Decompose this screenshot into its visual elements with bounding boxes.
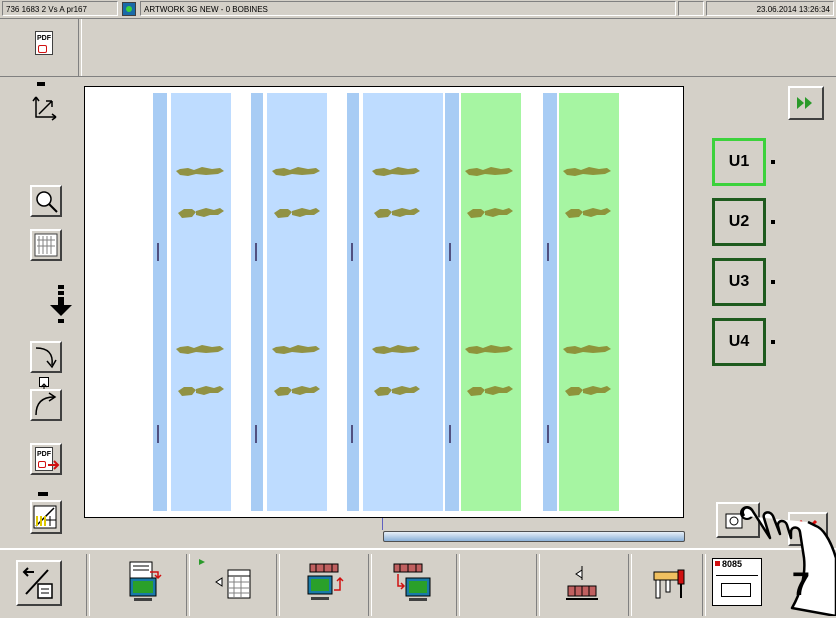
- scroll-position-marker: [382, 518, 383, 530]
- job-title: ARTWORK 3G NEW - 0 BOBINES: [140, 1, 676, 16]
- register-mark-3-2: [351, 425, 353, 443]
- toolbar-separator: [78, 19, 82, 76]
- level-marker: [37, 82, 45, 86]
- send-to-press-button[interactable]: [120, 556, 170, 606]
- table-sheet-icon: [215, 569, 251, 599]
- play-forward-button[interactable]: [788, 86, 824, 120]
- register-mark-5-1: [547, 243, 549, 261]
- top-toolbar: PDF: [0, 19, 836, 77]
- datetime: 23.06.2014 13:26:34: [706, 1, 834, 16]
- pointing-hand-icon: [741, 506, 836, 616]
- move-down-button[interactable]: [44, 283, 78, 325]
- register-mark-5-2: [547, 425, 549, 443]
- report-table-button[interactable]: [210, 560, 260, 606]
- press-load-button[interactable]: [296, 558, 352, 608]
- register-mark-1-1: [157, 243, 159, 261]
- pattern-view-button[interactable]: [30, 229, 62, 261]
- pdf-export-button[interactable]: PDF: [30, 443, 62, 475]
- title-bar: 736 1683 2 Vs A pr167 ARTWORK 3G NEW - 0…: [0, 0, 836, 19]
- unit-indicator-u1: [771, 160, 775, 164]
- pdf-icon-label: PDF: [37, 35, 51, 42]
- left-toolbar: PDF: [0, 77, 80, 547]
- title-empty-cell: [678, 1, 704, 16]
- tools-icon: [653, 569, 685, 599]
- separator: [628, 554, 632, 616]
- artwork-canvas: [115, 93, 653, 511]
- lane-5: [559, 93, 619, 511]
- press-unload-button[interactable]: [384, 558, 440, 608]
- register-mark-2-2: [255, 425, 257, 443]
- unit-indicator-u4: [771, 340, 775, 344]
- step-number: 7: [792, 566, 810, 602]
- separator: [276, 554, 280, 616]
- lane-edge-5: [543, 93, 557, 511]
- rotate-down-button[interactable]: [30, 341, 62, 373]
- import-layout-button[interactable]: [16, 560, 62, 606]
- press-computer-icon: [307, 563, 344, 600]
- lane-1: [171, 93, 231, 511]
- corner-arrows-icon: [32, 96, 57, 121]
- step-up-icon: [39, 377, 49, 390]
- separator: [86, 554, 90, 616]
- lane-2: [267, 93, 327, 511]
- lane-edge-2: [251, 93, 263, 511]
- unit-indicator-u2: [771, 220, 775, 224]
- separator: [456, 554, 460, 616]
- bottom-toolbar: 8085: [0, 548, 836, 618]
- register-mark-4-1: [449, 243, 451, 261]
- curve-arrow-up-icon: [35, 392, 57, 416]
- lane-edge-3: [347, 93, 359, 511]
- print-marks-icon: [33, 505, 57, 529]
- mark-layout-button[interactable]: [30, 500, 62, 534]
- register-mark-1-2: [157, 425, 159, 443]
- register-press-button[interactable]: [556, 558, 606, 608]
- lane-3: [363, 93, 443, 511]
- unit-button-u1[interactable]: U1: [712, 138, 766, 186]
- fit-view-button[interactable]: [30, 91, 62, 123]
- rotate-up-button[interactable]: [30, 389, 62, 421]
- pdf-icon: PDF: [35, 31, 53, 55]
- unit-button-u4[interactable]: U4: [712, 318, 766, 366]
- job-id: 736 1683 2 Vs A pr167: [2, 1, 118, 16]
- fast-forward-icon: [797, 97, 812, 109]
- pdf-view-button[interactable]: PDF: [30, 29, 56, 57]
- curve-arrow-down-icon: [35, 347, 57, 369]
- unit-button-u2[interactable]: U2: [712, 198, 766, 246]
- small-play-icon: [199, 559, 205, 565]
- transfer-icon: [22, 567, 53, 599]
- artwork-viewer[interactable]: [84, 86, 684, 518]
- horizontal-scrollbar[interactable]: [383, 531, 685, 542]
- register-mark-3-1: [351, 243, 353, 261]
- press-computer-return-icon: [393, 563, 431, 601]
- computer-report-icon: [129, 561, 162, 601]
- register-mark-2-1: [255, 243, 257, 261]
- lane-4: [461, 93, 521, 511]
- arrow-down-icon: [50, 285, 72, 323]
- separator: [186, 554, 190, 616]
- separator: [368, 554, 372, 616]
- separator: [702, 554, 706, 616]
- level-marker-2: [38, 492, 48, 496]
- app-icon: [122, 2, 136, 16]
- unit-indicator-u3: [771, 280, 775, 284]
- lane-edge-1: [153, 93, 167, 511]
- tools-button[interactable]: [640, 558, 696, 608]
- register-mark-4-2: [449, 425, 451, 443]
- lane-edge-4: [445, 93, 459, 511]
- grid-pattern-icon: [34, 233, 58, 257]
- press-register-icon: [566, 566, 598, 600]
- separator: [536, 554, 540, 616]
- unit-button-u3[interactable]: U3: [712, 258, 766, 306]
- status-light-icon: [715, 561, 720, 566]
- magnifier-icon: [36, 191, 58, 213]
- zoom-button[interactable]: [30, 185, 62, 217]
- red-arrow-icon: [48, 460, 60, 470]
